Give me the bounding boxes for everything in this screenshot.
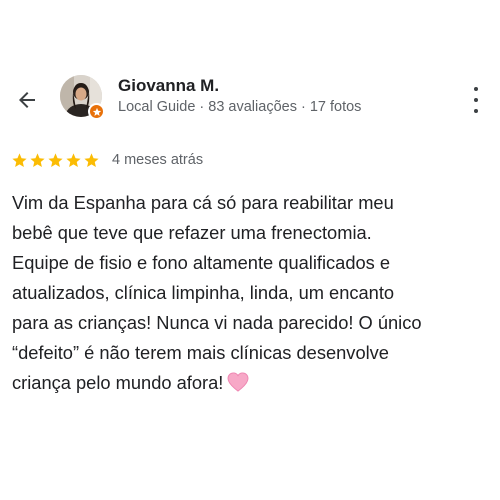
reviewer-meta: Local Guide · 83 avaliações · 17 fotos [118,99,362,115]
review-time: 4 meses atrás [112,152,204,168]
reviewer-name[interactable]: Giovanna M. [118,76,219,96]
star-icon [66,152,81,167]
star-icon [12,152,27,167]
star-icon [30,152,45,167]
avatar[interactable] [60,75,105,120]
star-rating [11,152,100,169]
more-vert-icon[interactable] [470,87,482,113]
more-dot [474,87,478,91]
local-guide-star-icon [88,103,105,120]
back-button[interactable] [12,85,42,115]
star-icon [84,152,99,167]
review-text: Vim da Espanha para cá só para reabilita… [12,188,492,398]
more-dot [474,109,478,113]
reviewer-header: Giovanna M. Local Guide · 83 avaliações … [0,73,500,129]
review-body: Vim da Espanha para cá só para reabilita… [12,192,422,393]
star-icon [48,152,63,167]
more-dot [474,98,478,102]
pink-heart-icon [227,372,249,392]
arrow-back-icon [19,92,35,108]
rating-row: 4 meses atrás [11,149,203,171]
